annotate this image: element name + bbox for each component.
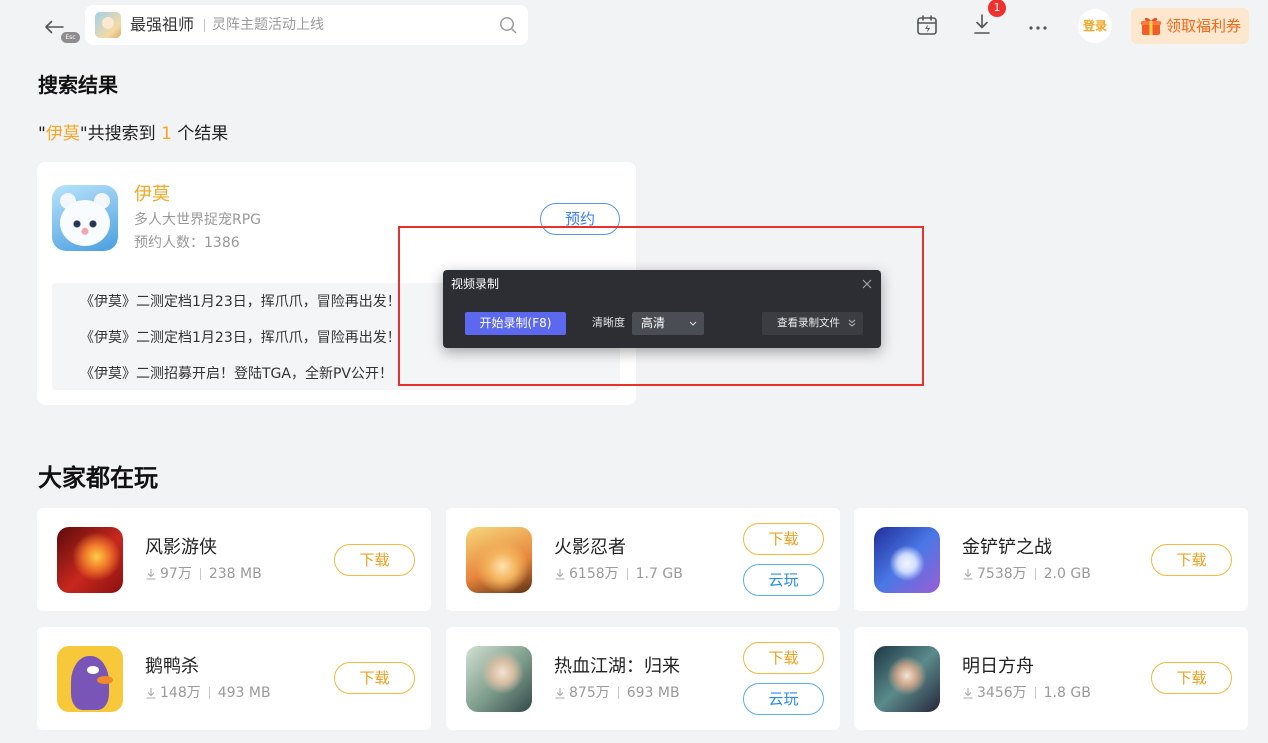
game-name: 鹅鸭杀: [145, 656, 199, 677]
download-icon[interactable]: [972, 13, 992, 35]
download-count: 3456万: [977, 685, 1027, 701]
package-size: 493 MB: [217, 685, 271, 701]
stats-divider: [208, 687, 210, 699]
cloud-play-button[interactable]: 云玩: [743, 564, 824, 596]
game-icon: [466, 527, 532, 593]
game-stats: 97万 238 MB: [145, 565, 262, 583]
download-button[interactable]: 下载: [743, 642, 824, 674]
game-card[interactable]: 明日方舟 3456万 1.8 GB 下载: [854, 627, 1248, 730]
reservation-count: 预约人数：1386: [134, 235, 240, 251]
claim-coupon-button[interactable]: 领取福利券: [1131, 8, 1249, 44]
game-icon: [57, 646, 123, 712]
game-stats: 875万 693 MB: [554, 684, 680, 702]
more-icon[interactable]: [1028, 25, 1048, 31]
search-icon[interactable]: [499, 16, 517, 34]
download-count-icon: [963, 688, 973, 699]
download-count: 97万: [160, 566, 192, 582]
game-name: 明日方舟: [962, 656, 1034, 677]
stats-divider: [199, 568, 201, 580]
package-size: 1.8 GB: [1043, 685, 1091, 701]
download-count: 7538万: [977, 566, 1027, 582]
calendar-icon[interactable]: [916, 14, 938, 36]
game-name: 金铲铲之战: [962, 537, 1052, 558]
game-card[interactable]: 鹅鸭杀 148万 493 MB 下载: [37, 627, 431, 730]
download-count: 875万: [569, 685, 610, 701]
download-button[interactable]: 下载: [334, 544, 415, 576]
view-recordings-label: 查看录制文件: [777, 317, 840, 329]
download-count-icon: [963, 569, 973, 580]
game-card[interactable]: 热血江湖：归来 875万 693 MB 下载 云玩: [446, 627, 840, 730]
recorder-title: 视频录制: [451, 277, 500, 291]
summary-open-quote: ": [38, 124, 46, 144]
download-button[interactable]: 下载: [743, 523, 824, 555]
download-count-icon: [555, 688, 565, 699]
game-card[interactable]: 金铲铲之战 7538万 2.0 GB 下载: [854, 508, 1248, 611]
game-card[interactable]: 风影游侠 97万 238 MB 下载: [37, 508, 431, 611]
start-recording-button[interactable]: 开始录制(F8): [465, 312, 566, 335]
game-stats: 148万 493 MB: [145, 684, 271, 702]
stats-divider: [617, 687, 619, 699]
back-arrow-icon: [45, 20, 64, 34]
package-size: 693 MB: [626, 685, 680, 701]
game-card[interactable]: 火影忍者 6158万 1.7 GB 下载 云玩: [446, 508, 840, 611]
summary-tail-text: 个结果: [171, 124, 229, 144]
claim-coupon-label: 领取福利券: [1166, 17, 1242, 35]
package-size: 2.0 GB: [1043, 566, 1091, 582]
game-stats: 6158万 1.7 GB: [554, 565, 683, 583]
summary-middle-text: "共搜索到: [79, 124, 162, 144]
video-recorder-dialog: 视频录制 开始录制(F8) 清晰度 高清 查看录制文件: [443, 270, 881, 348]
quality-label: 清晰度: [592, 316, 625, 329]
popular-heading: 大家都在玩: [38, 464, 158, 492]
view-recordings-button[interactable]: 查看录制文件: [762, 312, 863, 335]
game-icon: [52, 185, 118, 251]
download-button[interactable]: 下载: [1151, 544, 1232, 576]
stats-divider: [1034, 568, 1036, 580]
gift-icon: [1141, 17, 1161, 35]
game-stats: 3456万 1.8 GB: [962, 684, 1091, 702]
quality-select[interactable]: 高清: [632, 312, 704, 335]
login-button[interactable]: 登录: [1078, 9, 1112, 43]
download-button[interactable]: 下载: [1151, 662, 1232, 694]
search-results-heading: 搜索结果: [38, 73, 118, 97]
game-icon: [874, 527, 940, 593]
close-icon[interactable]: [861, 278, 873, 290]
game-icon: [57, 527, 123, 593]
stats-divider: [1034, 687, 1036, 699]
search-game-thumbnail: [95, 12, 121, 38]
result-subtitle: 多人大世界捉宠RPG: [134, 212, 262, 228]
cloud-play-button[interactable]: 云玩: [743, 683, 824, 715]
game-icon: [874, 646, 940, 712]
download-count: 6158万: [569, 566, 619, 582]
double-chevron-down-icon: [848, 319, 856, 327]
download-count-badge: 1: [988, 0, 1006, 17]
download-count-icon: [146, 569, 156, 580]
game-name: 火影忍者: [554, 537, 626, 558]
search-keyword: 伊莫: [45, 124, 80, 144]
game-name: 热血江湖：归来: [554, 656, 680, 677]
download-count-icon: [146, 688, 156, 699]
search-input[interactable]: 最强祖师 灵阵主题活动上线: [85, 5, 528, 45]
search-divider: [204, 19, 205, 32]
download-count: 148万: [160, 685, 201, 701]
search-hint: 灵阵主题活动上线: [212, 17, 324, 33]
back-button[interactable]: Esc: [40, 12, 82, 46]
game-icon: [466, 646, 532, 712]
search-summary: "伊莫"共搜索到 1 个结果: [38, 123, 228, 145]
result-count: 1: [161, 124, 172, 144]
result-title[interactable]: 伊莫: [134, 184, 170, 206]
search-game-name: 最强祖师: [130, 15, 195, 34]
download-button[interactable]: 下载: [334, 662, 415, 694]
game-stats: 7538万 2.0 GB: [962, 565, 1091, 583]
quality-value: 高清: [641, 316, 666, 330]
download-count-icon: [555, 569, 565, 580]
package-size: 238 MB: [208, 566, 262, 582]
chevron-down-icon: [689, 321, 697, 326]
package-size: 1.7 GB: [635, 566, 683, 582]
esc-shortcut-badge: Esc: [61, 32, 80, 43]
game-name: 风影游侠: [145, 537, 217, 558]
stats-divider: [626, 568, 628, 580]
